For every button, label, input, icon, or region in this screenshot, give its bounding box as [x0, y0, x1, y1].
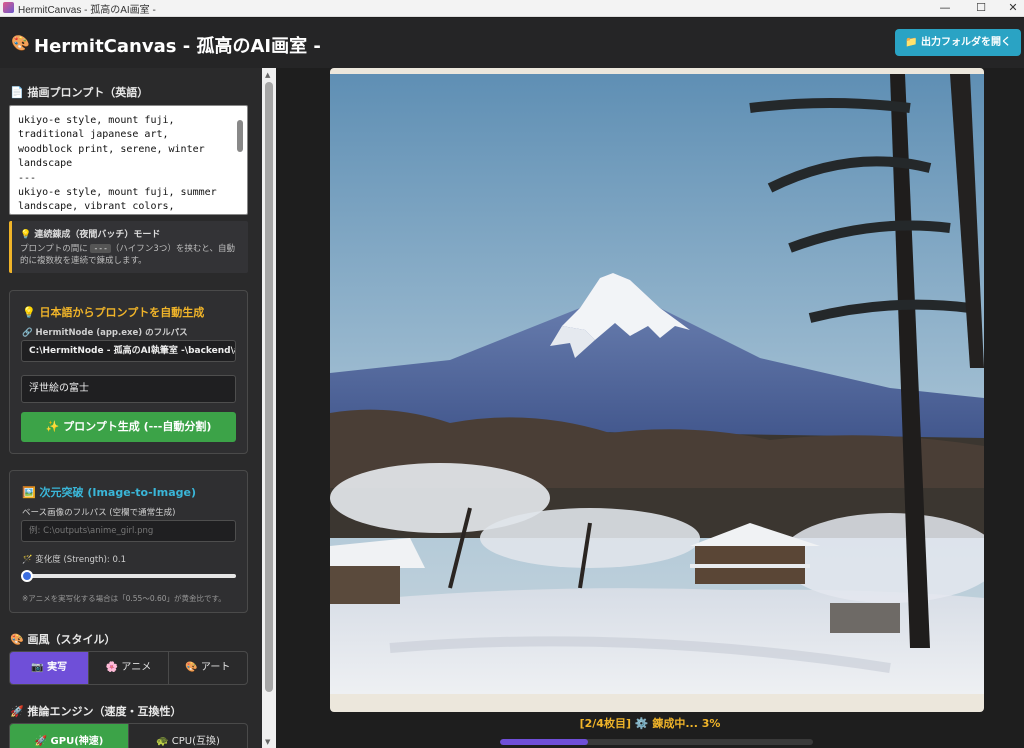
hermitnode-path-label: 🔗 HermitNode (app.exe) のフルパス — [22, 328, 188, 338]
scrollbar-thumb[interactable] — [265, 82, 273, 692]
strength-label: 🪄 変化度 (Strength): 0.1 — [22, 555, 126, 565]
progress-fill — [500, 739, 588, 745]
prompt-label: 📄 描画プロンプト（英語） — [10, 86, 149, 99]
close-button[interactable]: ✕ — [998, 0, 1024, 17]
scroll-down-arrow-icon[interactable]: ▼ — [265, 738, 270, 746]
engine-label: 🚀 推論エンジン（速度・互換性） — [10, 705, 182, 718]
sidebar-scrollbar[interactable]: ▲ ▼ — [262, 68, 276, 748]
img2img-card: 🖼️ 次元突破 (Image-to-Image) ベース画像のフルパス (空欄で… — [9, 470, 248, 613]
generate-prompt-button[interactable]: ✨ プロンプト生成 (---自動分割) — [21, 412, 236, 442]
strength-slider-knob[interactable] — [21, 570, 33, 582]
engine-option-gpu[interactable]: 🚀 GPU(神速) — [10, 724, 129, 748]
open-output-folder-button[interactable]: 📁 出力フォルダを開く — [895, 29, 1021, 56]
maximize-button[interactable]: ☐ — [966, 0, 996, 17]
base-image-label: ベース画像のフルパス (空欄で通常生成) — [22, 508, 176, 518]
mount-fuji-winter-image — [330, 74, 984, 694]
generation-progress-bar — [500, 739, 813, 745]
scroll-up-arrow-icon[interactable]: ▲ — [265, 71, 270, 79]
img2img-title: 🖼️ 次元突破 (Image-to-Image) — [22, 486, 196, 499]
app-header: 🎨 HermitCanvas - 孤高のAI画室 - 📁 出力フォルダを開く — [0, 18, 1024, 68]
generated-image — [330, 68, 984, 712]
tip-title: 💡 連続錬成（夜間バッチ）モード — [20, 230, 161, 240]
window-titlebar: HermitCanvas - 孤高のAI画室 - — ☐ ✕ — [0, 0, 1024, 17]
engine-selector: 🚀 GPU(神速) 🐢 CPU(互換) — [9, 723, 248, 748]
strength-slider[interactable] — [21, 570, 236, 582]
generation-status: [2/4枚目] ⚙️ 錬成中... 3% — [579, 717, 721, 730]
hermitnode-path-input[interactable]: C:\HermitNode - 孤高のAI執筆室 -\backend\app.e… — [21, 340, 236, 362]
base-image-input[interactable]: 例: C:\outputs\anime_girl.png — [21, 520, 236, 542]
app-title: HermitCanvas - 孤高のAI画室 - — [34, 36, 321, 57]
style-label: 🎨 画風（スタイル） — [10, 633, 116, 646]
style-option-art[interactable]: 🎨 アート — [169, 652, 247, 684]
auto-prompt-card: 💡 日本語からプロンプトを自動生成 🔗 HermitNode (app.exe)… — [9, 290, 248, 454]
style-option-anime[interactable]: 🌸 アニメ — [89, 652, 169, 684]
strength-note: ※アニメを実写化する場合は「0.55〜0.60」が黄金比です。 — [22, 594, 226, 603]
app-icon — [3, 2, 14, 13]
auto-prompt-title: 💡 日本語からプロンプトを自動生成 — [22, 306, 205, 319]
style-option-photo[interactable]: 📷 実写 — [10, 652, 90, 684]
tip-body: プロンプトの間に --- （ハイフン3つ）を挟むと、自動的に複数枚を連続で錬成しま… — [20, 244, 235, 266]
prompt-scrollbar[interactable] — [235, 108, 245, 212]
japanese-prompt-input[interactable]: 浮世絵の富士 — [21, 375, 236, 403]
minimize-button[interactable]: — — [930, 0, 960, 17]
batch-mode-tip: 💡 連続錬成（夜間バッチ）モード プロンプトの間に --- （ハイフン3つ）を挟む… — [9, 221, 248, 273]
image-viewer: [2/4枚目] ⚙️ 錬成中... 3% — [276, 68, 1024, 748]
prompt-textarea[interactable]: ukiyo-e style, mount fuji, traditional j… — [9, 105, 248, 215]
palette-icon: 🎨 — [11, 34, 30, 52]
settings-sidebar: 📄 描画プロンプト（英語） ukiyo-e style, mount fuji,… — [0, 68, 262, 748]
window-title: HermitCanvas - 孤高のAI画室 - — [18, 5, 156, 16]
style-selector: 📷 実写 🌸 アニメ 🎨 アート — [9, 651, 248, 685]
engine-option-cpu[interactable]: 🐢 CPU(互換) — [129, 724, 247, 748]
prompt-text: ukiyo-e style, mount fuji, traditional j… — [18, 115, 217, 213]
